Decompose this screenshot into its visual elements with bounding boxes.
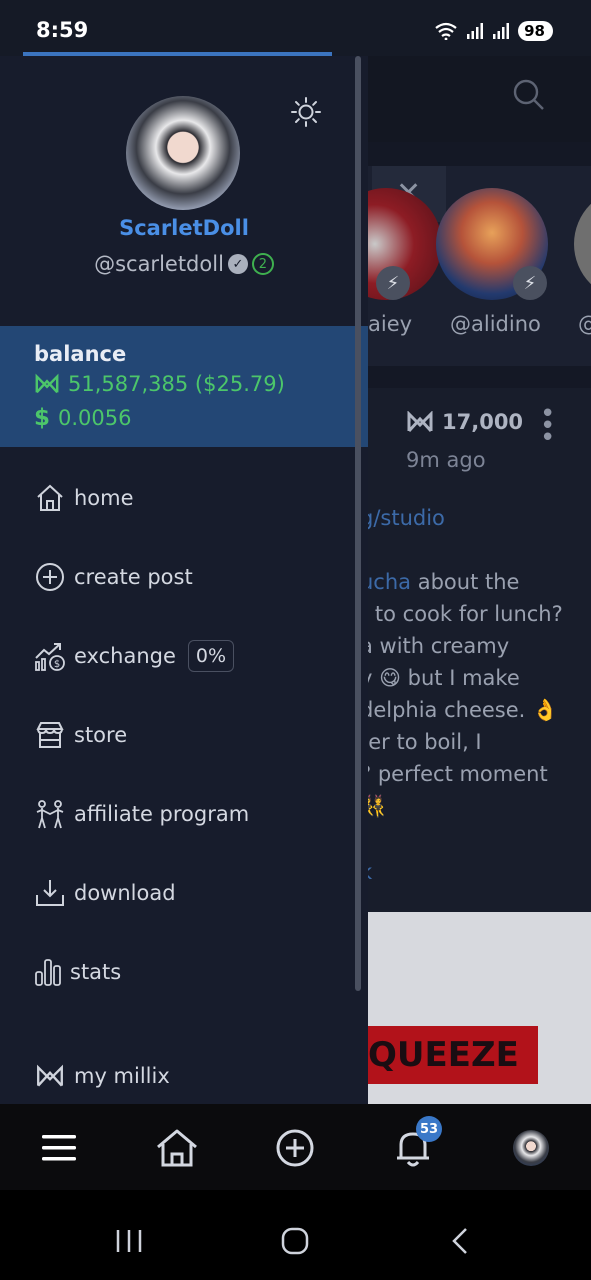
millix-icon [407, 411, 433, 433]
store-icon [34, 719, 66, 751]
post-text-line: ? perfect moment [360, 762, 548, 786]
story-username: @ [578, 312, 591, 336]
bolt-icon: ⚡ [376, 266, 410, 300]
balance-panel[interactable]: balance 51,587,385 ($25.79) $ 0.0056 [0, 326, 368, 447]
user-level-badge: 2 [251, 253, 274, 275]
menu-item-label: home [74, 486, 134, 510]
notification-count-badge: 53 [416, 1116, 442, 1142]
signal-icon [467, 23, 484, 39]
back-icon[interactable] [448, 1227, 472, 1255]
menu-item-label: exchange [74, 644, 176, 668]
balance-title: balance [34, 342, 127, 366]
navigation-drawer: ScarletDoll @scarletdoll ✓ 2 balance 51,… [0, 56, 368, 1104]
menu-item-label: create post [74, 565, 193, 589]
menu-item-label: download [74, 881, 176, 905]
story-username: @alidino [450, 312, 541, 336]
menu-item-label: my millix [74, 1064, 170, 1088]
post-image-banner: QUEEZE [368, 1026, 538, 1084]
home-circle-icon[interactable] [280, 1227, 310, 1255]
post-text-line: t to cook for lunch? [360, 602, 563, 626]
exchange-fee-badge: 0% [187, 640, 235, 672]
plus-circle-icon [34, 561, 66, 593]
home-icon[interactable] [151, 1122, 203, 1174]
profile-avatar-button[interactable] [505, 1122, 557, 1174]
avatar [513, 1130, 549, 1166]
stats-icon [34, 956, 62, 988]
user-handle: @scarletdoll [94, 252, 224, 276]
display-name[interactable]: ScarletDoll [0, 216, 368, 240]
bolt-icon: ⚡ [513, 266, 547, 300]
post-link[interactable]: g/studio [360, 506, 445, 530]
user-handle-row: @scarletdoll ✓ 2 [0, 252, 368, 276]
menu-item-store[interactable]: store [34, 715, 127, 755]
post-text-line: delphia cheese. 👌 [360, 698, 559, 722]
search-icon[interactable] [512, 78, 546, 112]
bottom-navigation: 53 [0, 1104, 591, 1190]
status-icons: 98 [434, 20, 553, 42]
menu-item-download[interactable]: download [34, 873, 176, 913]
menu-item-label: affiliate program [74, 802, 250, 826]
menu-item-home[interactable]: home [34, 478, 134, 518]
more-vertical-icon[interactable]: • • • [540, 401, 555, 451]
recent-apps-icon[interactable] [114, 1228, 144, 1254]
menu-item-label: stats [70, 960, 122, 984]
post-text-line: a with creamy [360, 634, 510, 658]
avatar[interactable] [126, 96, 240, 210]
sun-icon[interactable] [290, 96, 322, 128]
balance-usd-row: $ 0.0056 [34, 405, 132, 431]
post-text-line: y 😋 but I make [360, 666, 520, 690]
create-post-icon[interactable] [269, 1122, 321, 1174]
post-text-line: ucha about the [360, 570, 520, 594]
menu-item-create-post[interactable]: create post [34, 557, 193, 597]
menu-item-label: store [74, 723, 128, 747]
menu-item-exchange[interactable]: $ exchange 0% [34, 636, 235, 676]
status-bar: 8:59 98 [0, 0, 591, 56]
balance-usd-value: 0.0056 [58, 406, 132, 430]
menu-item-stats[interactable]: stats [34, 952, 121, 992]
millix-icon [34, 1060, 66, 1092]
balance-millix-value: 51,587,385 ($25.79) [68, 372, 285, 396]
menu-item-affiliate-program[interactable]: affiliate program [34, 794, 249, 834]
people-icon [34, 798, 66, 830]
millix-icon [35, 373, 59, 394]
svg-text:$: $ [54, 659, 60, 670]
status-time: 8:59 [36, 18, 89, 42]
download-icon [34, 877, 66, 909]
dollar-icon: $ [34, 405, 51, 431]
post-amount: 17,000 [406, 410, 523, 434]
system-navigation-bar [0, 1190, 591, 1280]
post-time: 9m ago [406, 448, 486, 472]
verified-icon: ✓ [227, 254, 248, 274]
post-text-line: ter to boil, I [360, 730, 482, 754]
home-icon [34, 482, 66, 514]
battery-indicator: 98 [518, 21, 553, 41]
menu-item-my-millix[interactable]: my millix [34, 1056, 170, 1096]
menu-icon[interactable] [33, 1122, 85, 1174]
drawer-scrollbar[interactable] [355, 56, 361, 991]
post-amount-value: 17,000 [442, 410, 524, 434]
wifi-icon [435, 22, 457, 40]
exchange-icon: $ [34, 640, 66, 672]
balance-millix-row: 51,587,385 ($25.79) [34, 372, 285, 396]
story-username: aiey [368, 312, 413, 336]
signal-icon-2 [493, 23, 510, 39]
